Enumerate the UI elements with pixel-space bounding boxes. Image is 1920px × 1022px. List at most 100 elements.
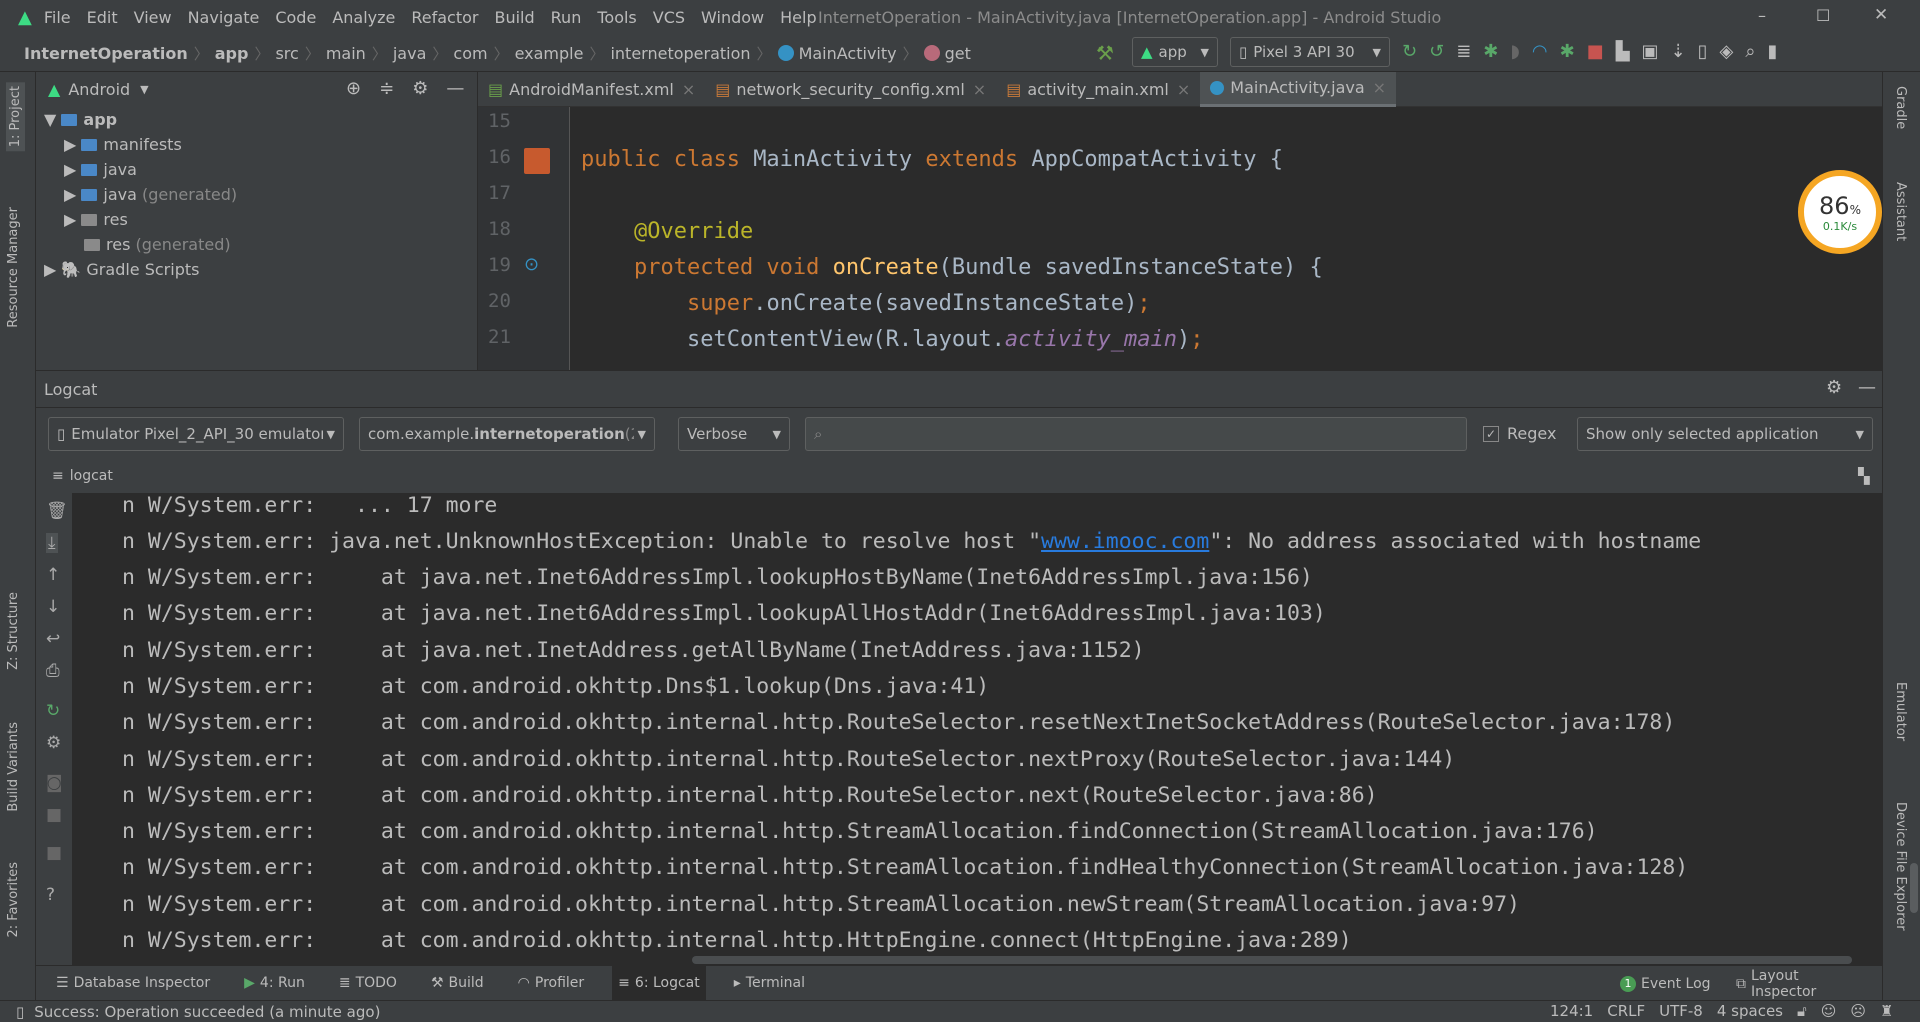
logcat-search-input[interactable]: ⌕ [805,417,1467,451]
hide-icon[interactable]: — [446,78,464,99]
apply-changes-icon[interactable]: ↻ [1402,41,1417,62]
override-marker-icon[interactable]: ⊙ [524,254,539,275]
search-icon[interactable]: ⌕ [1745,41,1755,62]
down-icon[interactable]: ↓ [46,597,60,617]
lock-icon[interactable]: 🔓︎ [1797,1002,1807,1020]
menu-refactor[interactable]: Refactor [411,8,478,27]
tool-tab-database-inspector[interactable]: ☰ Database Inspector [50,966,216,1001]
screenshot-icon[interactable]: ◙ [46,773,63,793]
caret-position[interactable]: 124:1 [1550,1002,1593,1020]
breadcrumb-app[interactable]: app [215,44,249,63]
collapse-all-icon[interactable]: ≑ [379,78,394,99]
menu-edit[interactable]: Edit [87,8,118,27]
vertical-scrollbar[interactable] [1910,863,1918,913]
menu-navigate[interactable]: Navigate [188,8,260,27]
menu-view[interactable]: View [134,8,172,27]
profile-icon[interactable]: ◠ [1532,41,1548,62]
breadcrumb-package[interactable]: internetoperation [610,44,750,63]
status-message[interactable]: Success: Operation succeeded (a minute a… [34,1003,380,1021]
menu-tools[interactable]: Tools [597,8,636,27]
menu-vcs[interactable]: VCS [653,8,685,27]
file-encoding[interactable]: UTF-8 [1659,1002,1703,1020]
tree-item-java[interactable]: ▶ java [64,160,137,179]
locate-icon[interactable]: ⊕ [346,78,361,99]
run-config-select[interactable]: ▲ app ▼ [1132,37,1218,67]
stop-icon[interactable]: ■ [46,843,62,863]
breadcrumb-project[interactable]: InternetOperation [24,44,188,63]
tree-item-res-generated[interactable]: res (generated) [84,235,231,254]
tool-tab-profiler[interactable]: ◠ Profiler [512,966,591,1001]
tool-tab-assistant[interactable]: Assistant [1893,182,1908,241]
tab-android-manifest[interactable]: ▤ AndroidManifest.xml × [478,72,705,107]
log-level-select[interactable]: Verbose ▼ [678,417,790,451]
avd-manager-icon[interactable]: ▣ [1642,41,1659,62]
print-icon[interactable]: ⎙ [46,661,60,681]
device-select[interactable]: ▯ Pixel 3 API 30 ▼ [1230,37,1390,67]
toggle-tool-windows-icon[interactable]: ▯ [16,1003,24,1021]
apply-code-changes-icon[interactable]: ↺ [1429,41,1444,62]
tree-item-java-generated[interactable]: ▶ java (generated) [64,185,237,204]
breadcrumb-src[interactable]: src [275,44,298,63]
line-separator[interactable]: CRLF [1607,1002,1645,1020]
soft-wrap-icon[interactable]: ↩ [46,629,60,649]
tree-item-manifests[interactable]: ▶ manifests [64,135,182,154]
tab-main-activity[interactable]: MainActivity.java × [1200,71,1397,107]
debug-icon[interactable]: ✱ [1483,41,1498,62]
tree-item-app[interactable]: ▼ app [44,110,117,129]
sad-feedback-icon[interactable]: ☹ [1850,1002,1866,1020]
tool-tab-todo[interactable]: ≣ TODO [333,966,403,1001]
resource-icon[interactable]: ◈ [1720,41,1734,62]
menu-file[interactable]: File [44,8,71,27]
filter-select[interactable]: Show only selected application ▼ [1577,417,1873,451]
tool-tab-emulator[interactable]: Emulator [1893,682,1908,741]
menu-help[interactable]: Help [780,8,816,27]
tool-tab-structure[interactable]: Z: Structure [6,592,21,670]
tree-item-gradle-scripts[interactable]: ▶ 🐘 Gradle Scripts [44,260,199,279]
inspector-icon[interactable]: ♜ [1880,1002,1893,1020]
breadcrumb-example[interactable]: example [515,44,584,63]
up-icon[interactable]: ↑ [46,565,60,585]
account-icon[interactable]: ▮ [1767,41,1777,62]
tool-tab-device-file-explorer[interactable]: Device File Explorer [1893,802,1908,931]
layout-xml-icon[interactable] [524,148,550,174]
breadcrumb-class[interactable]: MainActivity [799,44,897,63]
breadcrumb-method[interactable]: get [945,44,971,63]
settings-icon[interactable]: ⚙ [46,733,61,753]
layout-icon[interactable]: ▚ [1858,467,1870,485]
tool-tab-resource-manager[interactable]: Resource Manager [6,207,21,328]
breadcrumb-main[interactable]: main [326,44,366,63]
tool-tab-terminal[interactable]: ▸ Terminal [728,966,811,1001]
project-view-select[interactable]: ▲ Android ▼ [48,80,149,99]
tool-tab-logcat[interactable]: ≡ 6: Logcat [612,965,706,1001]
settings-icon[interactable]: ⚙ [412,78,428,99]
device-select[interactable]: ▯ Emulator Pixel_2_API_30 emulator ▼ [48,417,344,451]
build-hammer-icon[interactable]: ⚒ [1096,41,1114,65]
tool-tab-build-variants[interactable]: Build Variants [6,722,21,812]
tab-activity-main[interactable]: ▤ activity_main.xml × [996,72,1200,107]
scroll-to-end-icon[interactable]: ⤓ [46,533,58,553]
menu-window[interactable]: Window [701,8,764,27]
restart-icon[interactable]: ↻ [46,701,60,721]
tool-tab-event-log[interactable]: 1 Event Log [1614,966,1717,1001]
minimize-button[interactable]: – [1758,6,1766,25]
hide-panel-icon[interactable]: — [1858,377,1876,398]
breadcrumb-com[interactable]: com [453,44,487,63]
breadcrumb-java[interactable]: java [393,44,427,63]
tab-network-security-config[interactable]: ▤ network_security_config.xml × [705,72,996,107]
tool-tab-layout-inspector[interactable]: ⧉ Layout Inspector [1730,966,1860,1001]
sdk-manager-icon[interactable]: ⇣ [1671,41,1686,62]
tool-tab-gradle[interactable]: Gradle [1893,86,1908,129]
indent-setting[interactable]: 4 spaces [1717,1002,1783,1020]
maximize-button[interactable]: ☐ [1816,6,1830,25]
coverage-icon[interactable]: ≣ [1456,41,1471,62]
menu-code[interactable]: Code [275,8,316,27]
attach-debugger-icon[interactable]: ◗ [1510,41,1519,62]
help-icon[interactable]: ? [46,885,55,905]
logcat-output[interactable]: n W/System.err: ... 17 more n W/System.e… [72,493,1918,966]
regex-checkbox[interactable]: ✓ Regex [1483,424,1556,443]
device-manager-icon[interactable]: ▯ [1698,41,1708,62]
menu-build[interactable]: Build [494,8,534,27]
sync-project-icon[interactable]: ▙ [1616,41,1630,62]
tool-tab-project[interactable]: 1: Project [6,82,25,152]
clear-logcat-icon[interactable]: 🗑 [46,501,68,521]
